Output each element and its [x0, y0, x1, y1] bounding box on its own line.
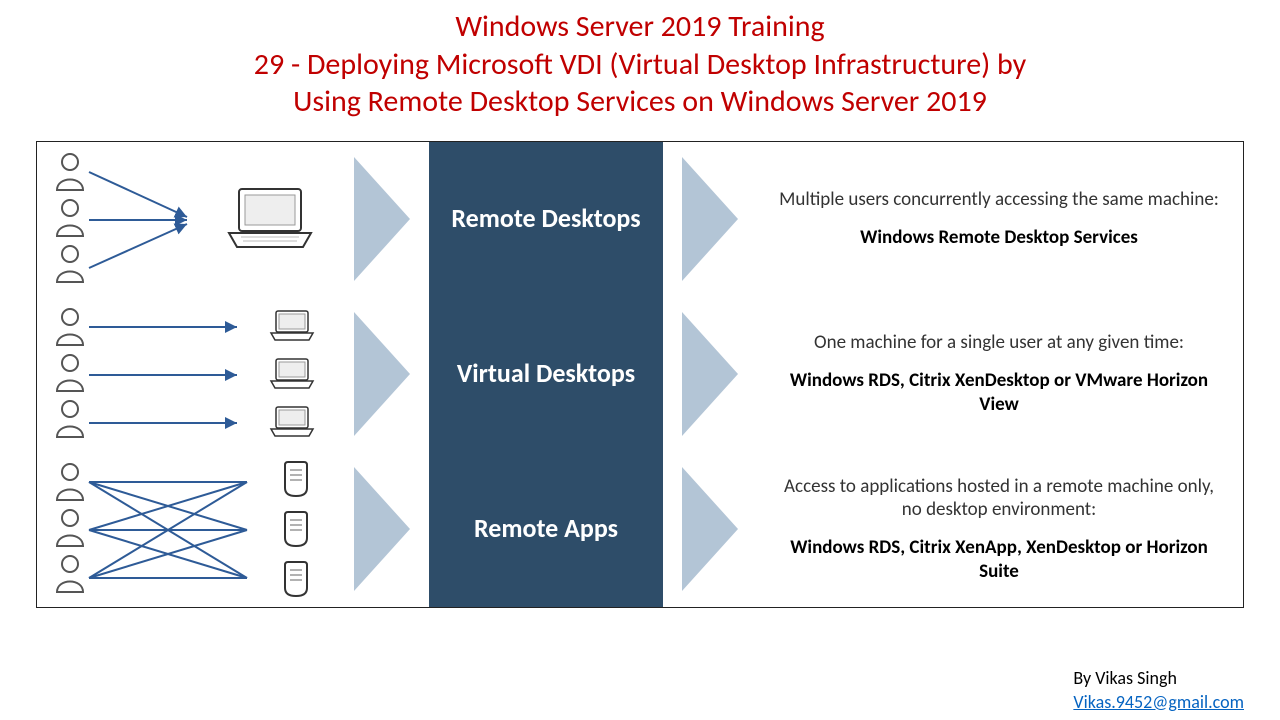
- row-remote-desktops: Remote Desktops Multiple users concurren…: [37, 142, 1243, 297]
- row1-illustration: [37, 142, 337, 297]
- row2-desc-bottom: Windows RDS, Citrix XenDesktop or VMware…: [779, 369, 1219, 417]
- row2-illustration: [37, 297, 337, 452]
- title-line-3: Using Remote Desktop Services on Windows…: [30, 83, 1250, 121]
- user-icon: [53, 152, 87, 192]
- laptop-icon: [269, 357, 315, 391]
- row3-desc-bottom: Windows RDS, Citrix XenApp, XenDesktop o…: [779, 536, 1219, 584]
- author-name: By Vikas Singh: [1073, 667, 1244, 690]
- row1-description: Multiple users concurrently accessing th…: [755, 142, 1243, 297]
- chevron-icon: [665, 297, 755, 452]
- document-icon: [277, 560, 315, 598]
- user-icon: [53, 554, 87, 594]
- diagram-container: Remote Desktops Multiple users concurren…: [36, 141, 1244, 608]
- row2-desc-top: One machine for a single user at any giv…: [814, 331, 1184, 355]
- laptop-icon: [269, 405, 315, 439]
- title-line-1: Windows Server 2019 Training: [30, 8, 1250, 46]
- row1-desc-top: Multiple users concurrently accessing th…: [779, 188, 1219, 212]
- footer-credits: By Vikas Singh Vikas.9452@gmail.com: [1073, 667, 1244, 714]
- row1-desc-bottom: Windows Remote Desktop Services: [860, 226, 1138, 250]
- chevron-icon: [337, 452, 427, 607]
- row3-illustration: [37, 452, 337, 607]
- row1-label: Remote Desktops: [427, 142, 665, 297]
- document-icon: [277, 460, 315, 498]
- document-icon: [277, 510, 315, 548]
- row2-label: Virtual Desktops: [427, 297, 665, 452]
- chevron-icon: [337, 297, 427, 452]
- title-line-2: 29 - Deploying Microsoft VDI (Virtual De…: [30, 46, 1250, 84]
- user-icon: [53, 462, 87, 502]
- user-icon: [53, 353, 87, 393]
- user-icon: [53, 307, 87, 347]
- row3-label: Remote Apps: [427, 452, 665, 607]
- laptop-icon: [269, 309, 315, 343]
- author-email-link[interactable]: Vikas.9452@gmail.com: [1073, 691, 1244, 713]
- user-icon: [53, 244, 87, 284]
- chevron-icon: [665, 452, 755, 607]
- laptop-icon: [225, 185, 315, 253]
- user-icon: [53, 399, 87, 439]
- user-icon: [53, 508, 87, 548]
- row3-description: Access to applications hosted in a remot…: [755, 452, 1243, 607]
- chevron-icon: [337, 142, 427, 297]
- row-virtual-desktops: Virtual Desktops One machine for a singl…: [37, 297, 1243, 452]
- row3-desc-top: Access to applications hosted in a remot…: [779, 475, 1219, 523]
- slide-title: Windows Server 2019 Training 29 - Deploy…: [0, 0, 1280, 131]
- row2-description: One machine for a single user at any giv…: [755, 297, 1243, 452]
- row-remote-apps: Remote Apps Access to applications hoste…: [37, 452, 1243, 607]
- user-icon: [53, 198, 87, 238]
- chevron-icon: [665, 142, 755, 297]
